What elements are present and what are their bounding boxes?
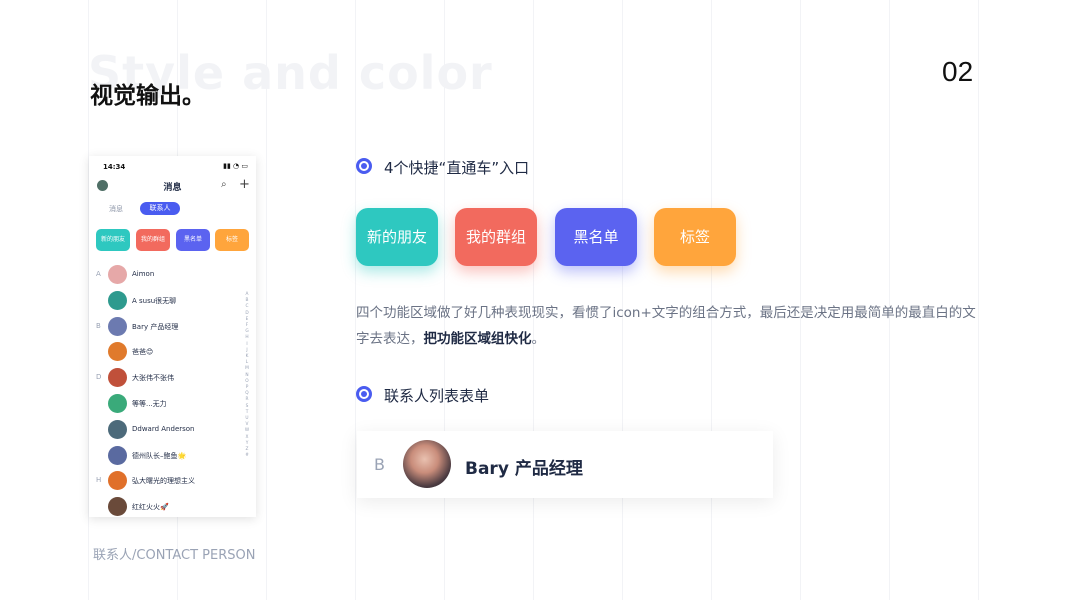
list-item[interactable]: 德州队长–鲍鱼🌟 (89, 445, 239, 467)
bullet-icon (356, 158, 372, 174)
quick-button-tags[interactable]: 标签 (215, 229, 249, 251)
avatar (403, 440, 451, 488)
description-text: 四个功能区域做了好几种表现现实，看惯了icon+文字的组合方式，最后还是决定用最… (356, 300, 986, 352)
list-index-letter: A (96, 270, 101, 278)
shortcut-button-my-groups[interactable]: 我的群组 (455, 208, 537, 266)
status-time: 14:34 (103, 163, 126, 171)
phone-mockup: 14:34 ▮▮ ◔ ▭ 消息 ⌕ + 消息 联系人 新的朋友 我的群组 黑名单… (89, 156, 256, 517)
list-item[interactable]: 等等...无力 (89, 393, 239, 415)
contact-name: Bary 产品经理 (132, 322, 179, 331)
search-icon[interactable]: ⌕ (221, 179, 227, 190)
description-end: 。 (531, 331, 546, 347)
avatar (108, 265, 127, 284)
contact-name: 爸爸😊 (132, 348, 154, 357)
tab-contacts[interactable]: 联系人 (140, 202, 180, 215)
list-item[interactable]: A Aimon (89, 264, 239, 286)
avatar (108, 471, 127, 491)
contact-name: 德州队长–鲍鱼🌟 (132, 451, 187, 460)
caption: 联系人/CONTACT PERSON (93, 548, 256, 563)
page-title: 视觉输出。 (90, 83, 205, 109)
page-number: 02 (942, 56, 974, 87)
avatar (108, 419, 127, 439)
contact-name: A susu很无聊 (132, 296, 177, 305)
section-heading-contact-list: 联系人列表表单 (384, 387, 490, 405)
contact-card[interactable]: B Bary 产品经理 (357, 431, 773, 498)
bullet-icon (356, 386, 372, 402)
avatar (108, 394, 127, 413)
list-item[interactable]: H 弘大曙光的理想主义 (89, 470, 239, 492)
card-index-letter: B (374, 455, 385, 474)
avatar (108, 316, 127, 336)
list-item[interactable]: 红红火火🚀 (89, 496, 239, 517)
shortcut-button-tags[interactable]: 标签 (654, 208, 736, 266)
list-item[interactable]: 爸爸😊 (89, 341, 239, 363)
contact-name: 红红火火🚀 (132, 503, 169, 512)
quick-button-new-friends[interactable]: 新的朋友 (96, 229, 130, 251)
list-item[interactable]: D 大张伟不张伟 (89, 367, 239, 389)
avatar (108, 497, 127, 517)
avatar (108, 342, 127, 362)
screen-title: 消息 (163, 183, 182, 193)
contact-name: Aimon (132, 270, 155, 278)
contact-name: 弘大曙光的理想主义 (132, 477, 195, 486)
avatar (108, 445, 127, 465)
shortcut-button-new-friends[interactable]: 新的朋友 (356, 208, 438, 266)
shortcut-button-blacklist[interactable]: 黑名单 (555, 208, 637, 266)
list-index-letter: D (96, 373, 102, 382)
plus-icon[interactable]: + (239, 177, 250, 192)
tab-messages[interactable]: 消息 (109, 204, 123, 214)
contact-name: 等等...无力 (132, 400, 167, 408)
alphabet-index[interactable]: A B C D E F G H I J K L M N O P Q R S T … (244, 292, 250, 459)
description-emphasis: 把功能区域组快化 (423, 331, 532, 347)
list-item[interactable]: Ddward Anderson (89, 419, 239, 441)
list-item[interactable]: B Bary 产品经理 (89, 316, 239, 338)
contact-name: Ddward Anderson (132, 424, 195, 433)
contact-name: 大张伟不张伟 (132, 374, 174, 383)
list-index-letter: H (96, 476, 102, 485)
card-contact-name: Bary 产品经理 (465, 459, 583, 479)
section-heading-shortcuts: 4个快捷“直通车”入口 (384, 159, 530, 177)
list-index-letter: B (96, 321, 101, 330)
status-icons: ▮▮ ◔ ▭ (223, 162, 248, 170)
quick-button-blacklist[interactable]: 黑名单 (176, 229, 210, 251)
quick-button-my-groups[interactable]: 我的群组 (136, 229, 170, 251)
avatar (108, 368, 127, 388)
avatar (108, 290, 127, 310)
list-item[interactable]: A susu很无聊 (89, 290, 239, 312)
